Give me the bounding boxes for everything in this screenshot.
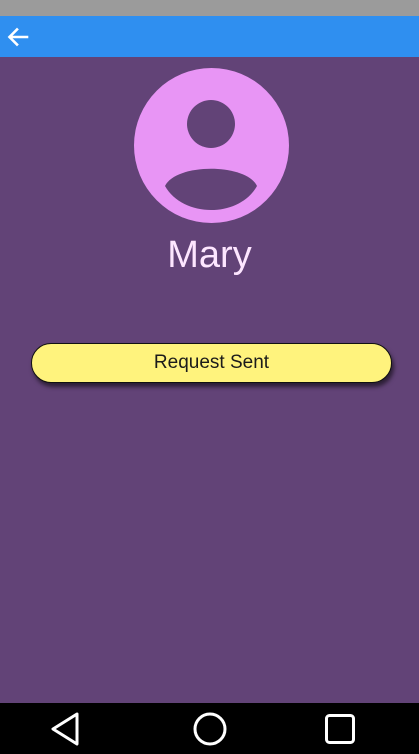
- profile-name: Mary: [167, 234, 252, 276]
- nav-back-button[interactable]: [47, 711, 83, 747]
- account-circle-icon: [165, 100, 257, 210]
- request-sent-label: Request Sent: [153, 352, 270, 373]
- request-sent-button[interactable]: Request Sent: [31, 343, 392, 383]
- arrow-left-icon: [7, 27, 29, 47]
- back-button[interactable]: [4, 23, 32, 51]
- app-bar: [0, 16, 419, 57]
- recents-square-icon: [325, 714, 355, 744]
- profile-screen: Mary Request Sent: [0, 57, 419, 703]
- avatar: [134, 68, 289, 223]
- nav-recents-button[interactable]: [322, 711, 358, 747]
- status-bar: [0, 0, 419, 16]
- nav-home-button[interactable]: [192, 711, 228, 747]
- home-circle-icon: [193, 712, 227, 746]
- system-nav-bar: [0, 703, 419, 754]
- back-triangle-icon: [51, 712, 79, 746]
